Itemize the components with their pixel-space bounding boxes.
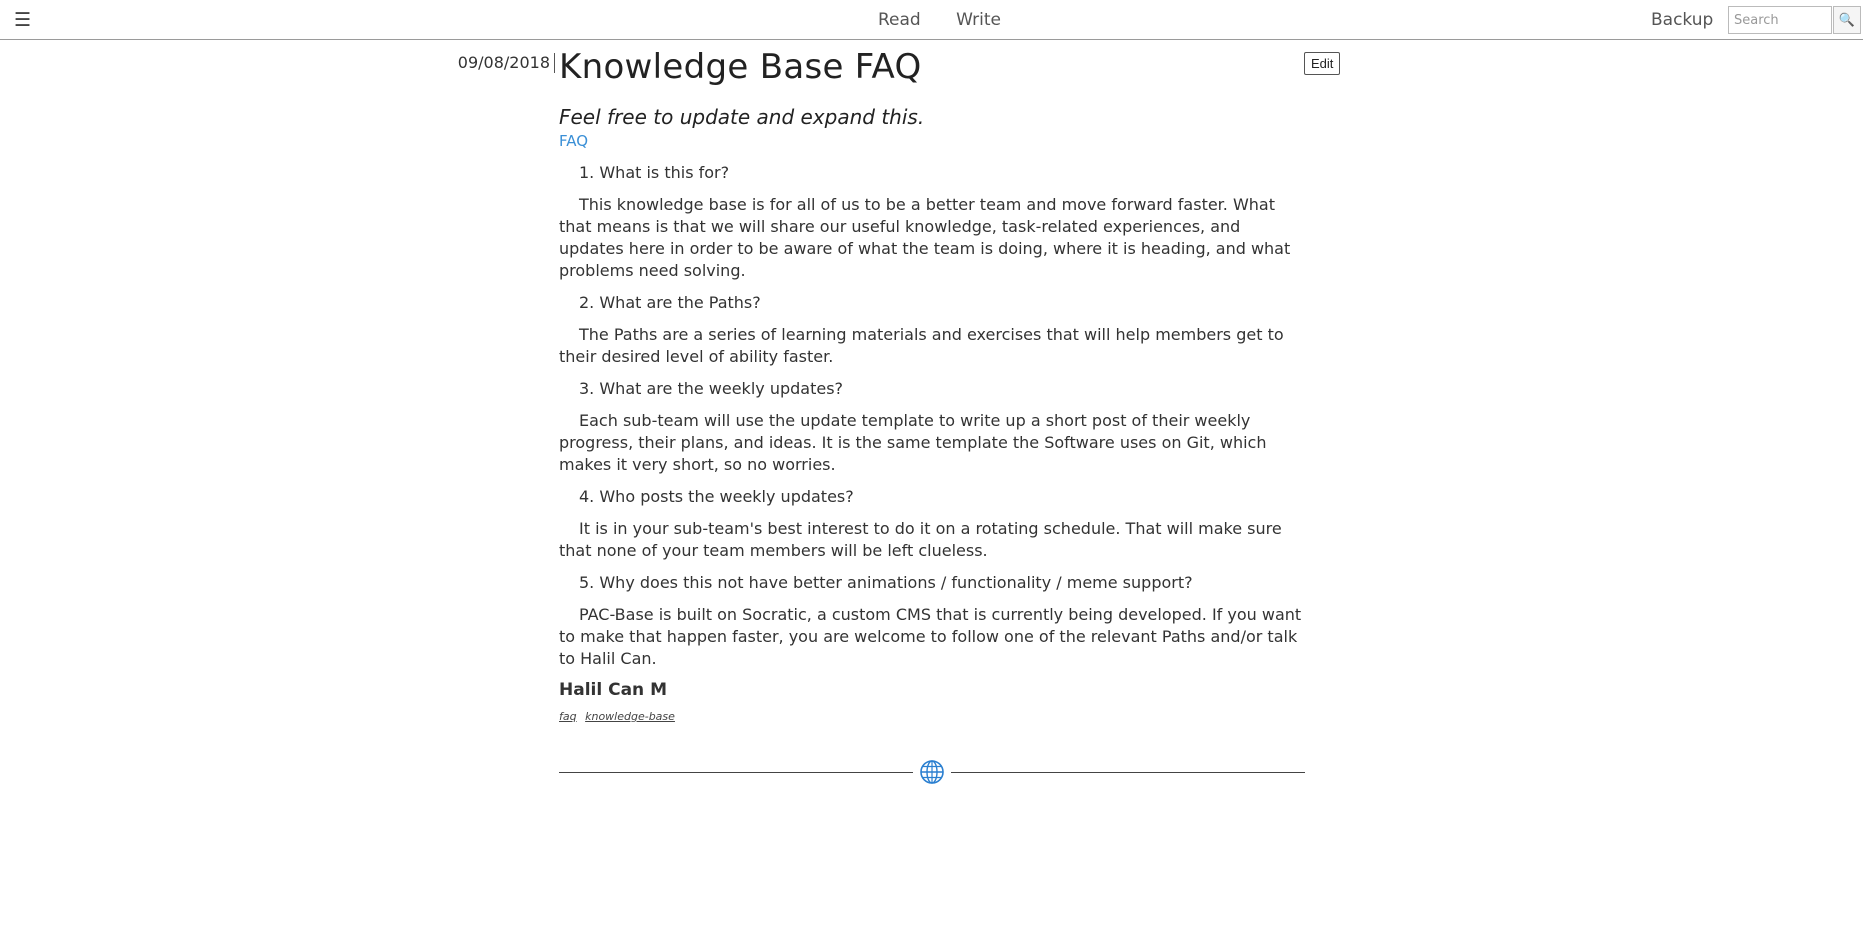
faq-answer: This knowledge base is for all of us to …: [559, 195, 1291, 280]
post-date: 09/08/2018: [440, 53, 555, 73]
globe-icon: [920, 760, 944, 784]
nav-read-link[interactable]: Read: [878, 10, 921, 30]
tag-link-knowledge-base[interactable]: knowledge-base: [585, 710, 675, 723]
post-author: Halil Can M: [559, 680, 667, 700]
post-tags: faq knowledge-base: [559, 710, 1304, 723]
post-article: Knowledge Base FAQ Feel free to update a…: [559, 44, 1304, 723]
search-input[interactable]: [1728, 6, 1832, 34]
faq-answer: The Paths are a series of learning mater…: [559, 325, 1284, 366]
hamburger-menu-icon[interactable]: ☰: [14, 8, 31, 32]
post-category-link[interactable]: FAQ: [559, 130, 1304, 152]
search-icon: 🔍: [1838, 12, 1856, 28]
faq-question: 2. What are the Paths?: [579, 293, 761, 312]
footer-divider-right: [951, 772, 1305, 773]
faq-answer: It is in your sub-team's best interest t…: [559, 519, 1282, 560]
nav-write-link[interactable]: Write: [956, 10, 1001, 30]
faq-question: 3. What are the weekly updates?: [579, 379, 844, 398]
faq-question: 5. Why does this not have better animati…: [579, 573, 1193, 592]
faq-question: 1. What is this for?: [579, 163, 730, 182]
backup-link[interactable]: Backup: [1651, 10, 1713, 30]
faq-answer: PAC-Base is built on Socratic, a custom …: [559, 605, 1302, 668]
footer-divider-left: [559, 772, 913, 773]
edit-button[interactable]: Edit: [1304, 52, 1341, 75]
main-nav: Read Write: [878, 10, 1031, 30]
search-button[interactable]: 🔍: [1833, 6, 1861, 34]
faq-question: 4. Who posts the weekly updates?: [579, 487, 854, 506]
post-title: Knowledge Base FAQ: [559, 47, 922, 87]
faq-list: 1. What is this for? This knowledge base…: [559, 162, 1304, 670]
faq-answer: Each sub-team will use the update templa…: [559, 411, 1267, 474]
tag-link-faq[interactable]: faq: [559, 710, 577, 723]
top-navbar: ☰ Read Write Backup 🔍: [0, 0, 1863, 40]
post-subtitle: Feel free to update and expand this.: [559, 105, 925, 129]
